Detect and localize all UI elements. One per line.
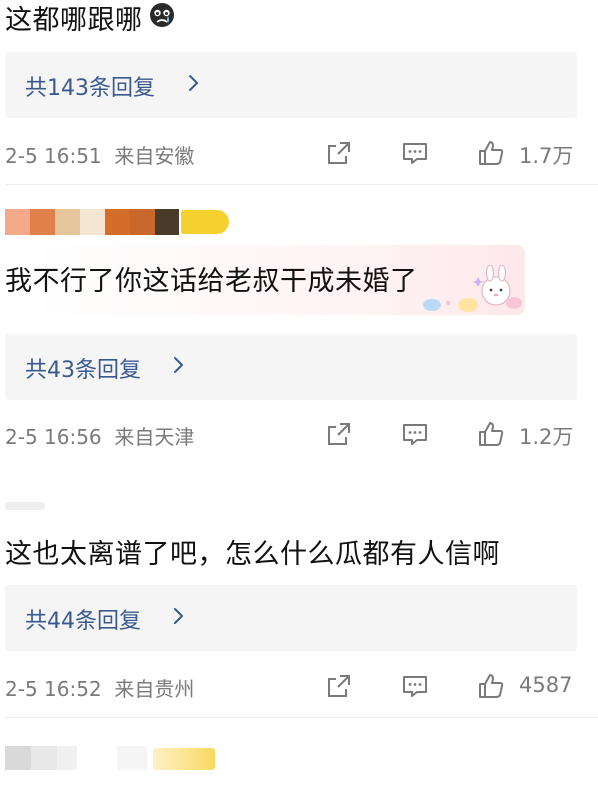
share-icon[interactable] (324, 419, 354, 449)
comment-timestamp: 2-5 16:52 来自贵州 (5, 677, 195, 701)
comment-meta-row: 2-5 16:51 来自安徽 1.7万 (0, 132, 598, 172)
comment-icon[interactable] (400, 138, 430, 168)
reply-count-link: 共44条回复 (25, 609, 141, 634)
vip-badge (181, 210, 229, 234)
chevron-right-icon (174, 608, 183, 624)
reply-count-link: 共43条回复 (25, 358, 141, 383)
reply-thread-button[interactable]: 共44条回复 (5, 585, 577, 651)
comment-item: 这也太离谱了吧，怎么什么瓜都有人信啊 共44条回复 2-5 16:52 来自贵州 (0, 480, 598, 720)
comment-item (0, 720, 598, 789)
like-count: 1.2万 (519, 425, 574, 449)
comment-icon[interactable] (400, 671, 430, 701)
thumbs-up-icon[interactable] (476, 671, 506, 701)
reply-thread-button[interactable]: 共143条回复 (5, 52, 577, 118)
like-count: 4587 (519, 673, 573, 697)
ip-location: 来自贵州 (114, 677, 195, 701)
share-icon[interactable] (324, 138, 354, 168)
comment-item: 这都哪跟哪 共143条回复 2-5 16:51 来自安徽 1.7万 (0, 0, 598, 185)
thumbs-up-icon[interactable] (476, 138, 506, 168)
ip-location: 来自安徽 (114, 144, 195, 168)
ip-location: 来自天津 (114, 425, 195, 449)
reply-thread-button[interactable]: 共43条回复 (5, 334, 577, 400)
divider (5, 717, 598, 718)
share-icon[interactable] (324, 671, 354, 701)
chevron-right-icon (189, 75, 198, 91)
comment-icon[interactable] (400, 419, 430, 449)
reply-count-link: 共143条回复 (25, 76, 155, 101)
crying-emoji-icon (150, 3, 174, 27)
comment-timestamp: 2-5 16:51 来自安徽 (5, 144, 195, 168)
comment-text: 我不行了你这话给老叔干成未婚了 (5, 266, 418, 297)
vip-badge (153, 748, 215, 770)
username-blurred (5, 746, 220, 774)
comment-timestamp: 2-5 16:56 来自天津 (5, 425, 195, 449)
comment-text: 这也太离谱了吧，怎么什么瓜都有人信啊 (5, 539, 500, 570)
comment-meta-row: 2-5 16:52 来自贵州 4587 (0, 665, 598, 705)
comment-feed: 这都哪跟哪 共143条回复 2-5 16:51 来自安徽 1.7万 我不行了你这… (0, 0, 598, 789)
like-count: 1.7万 (519, 144, 574, 168)
username-blurred (5, 502, 45, 510)
username-blurred (5, 209, 235, 237)
comment-meta-row: 2-5 16:56 来自天津 1.2万 (0, 413, 598, 453)
thumbs-up-icon[interactable] (476, 419, 506, 449)
bunny-decoration-icon (423, 265, 522, 312)
comment-text: 这都哪跟哪 (5, 5, 143, 36)
comment-item: 我不行了你这话给老叔干成未婚了 共43条回复 2-5 16:56 来自天津 1.… (0, 185, 598, 480)
chevron-right-icon (174, 357, 183, 373)
